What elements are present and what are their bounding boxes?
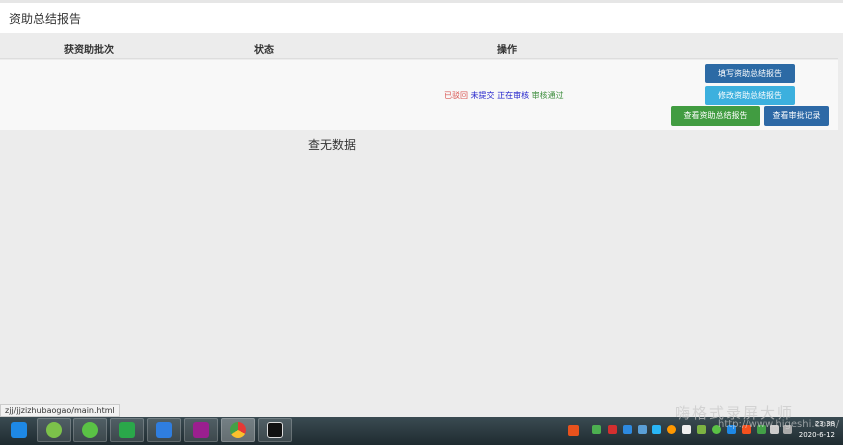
- view-report-button[interactable]: 查看资助总结报告: [671, 106, 760, 126]
- recorder-icon[interactable]: [258, 418, 292, 442]
- bell-icon[interactable]: [682, 425, 691, 434]
- tray-red-icon[interactable]: [608, 425, 617, 434]
- col-status: 状态: [254, 45, 274, 56]
- tray-blue-icon[interactable]: [623, 425, 632, 434]
- write-report-button[interactable]: 填写资助总结报告: [705, 64, 795, 83]
- chrome-icon[interactable]: [221, 418, 255, 442]
- clock-date: 2020-6-12: [798, 431, 835, 439]
- app-screen-icon[interactable]: [110, 418, 144, 442]
- search-icon[interactable]: [667, 425, 676, 434]
- tray-gear-icon[interactable]: [638, 425, 647, 434]
- wechat-icon[interactable]: [73, 418, 107, 442]
- col-batch: 获资助批次: [64, 45, 114, 56]
- view-records-button[interactable]: 查看审批记录: [764, 106, 829, 126]
- start-icon[interactable]: [2, 418, 36, 442]
- table-header: 获资助批次 状态 操作: [0, 33, 838, 59]
- edit-report-button[interactable]: 修改资助总结报告: [705, 86, 795, 105]
- page-title: 资助总结报告: [0, 3, 843, 33]
- col-actions: 操作: [497, 45, 517, 56]
- app-green-icon[interactable]: [37, 418, 71, 442]
- status-legend: 已驳回 未提交 正在审核 审核通过: [444, 90, 564, 101]
- sogou-icon[interactable]: [568, 425, 579, 436]
- status-approved: 审核通过: [531, 91, 564, 100]
- watermark-url: http://www.higeshi.com/: [718, 419, 840, 430]
- status-reviewing: 正在审核: [497, 91, 530, 100]
- battery-icon[interactable]: [592, 425, 601, 434]
- tray-play-icon[interactable]: [652, 425, 661, 434]
- status-unsubmitted: 未提交: [470, 91, 495, 100]
- status-url: zjj/jjzizhubaogao/main.html: [0, 404, 120, 417]
- empty-message: 查无数据: [308, 138, 357, 152]
- wps-icon[interactable]: [147, 418, 181, 442]
- status-rejected: 已驳回: [444, 91, 468, 100]
- shield-icon[interactable]: [697, 425, 706, 434]
- app-purple-icon[interactable]: [184, 418, 218, 442]
